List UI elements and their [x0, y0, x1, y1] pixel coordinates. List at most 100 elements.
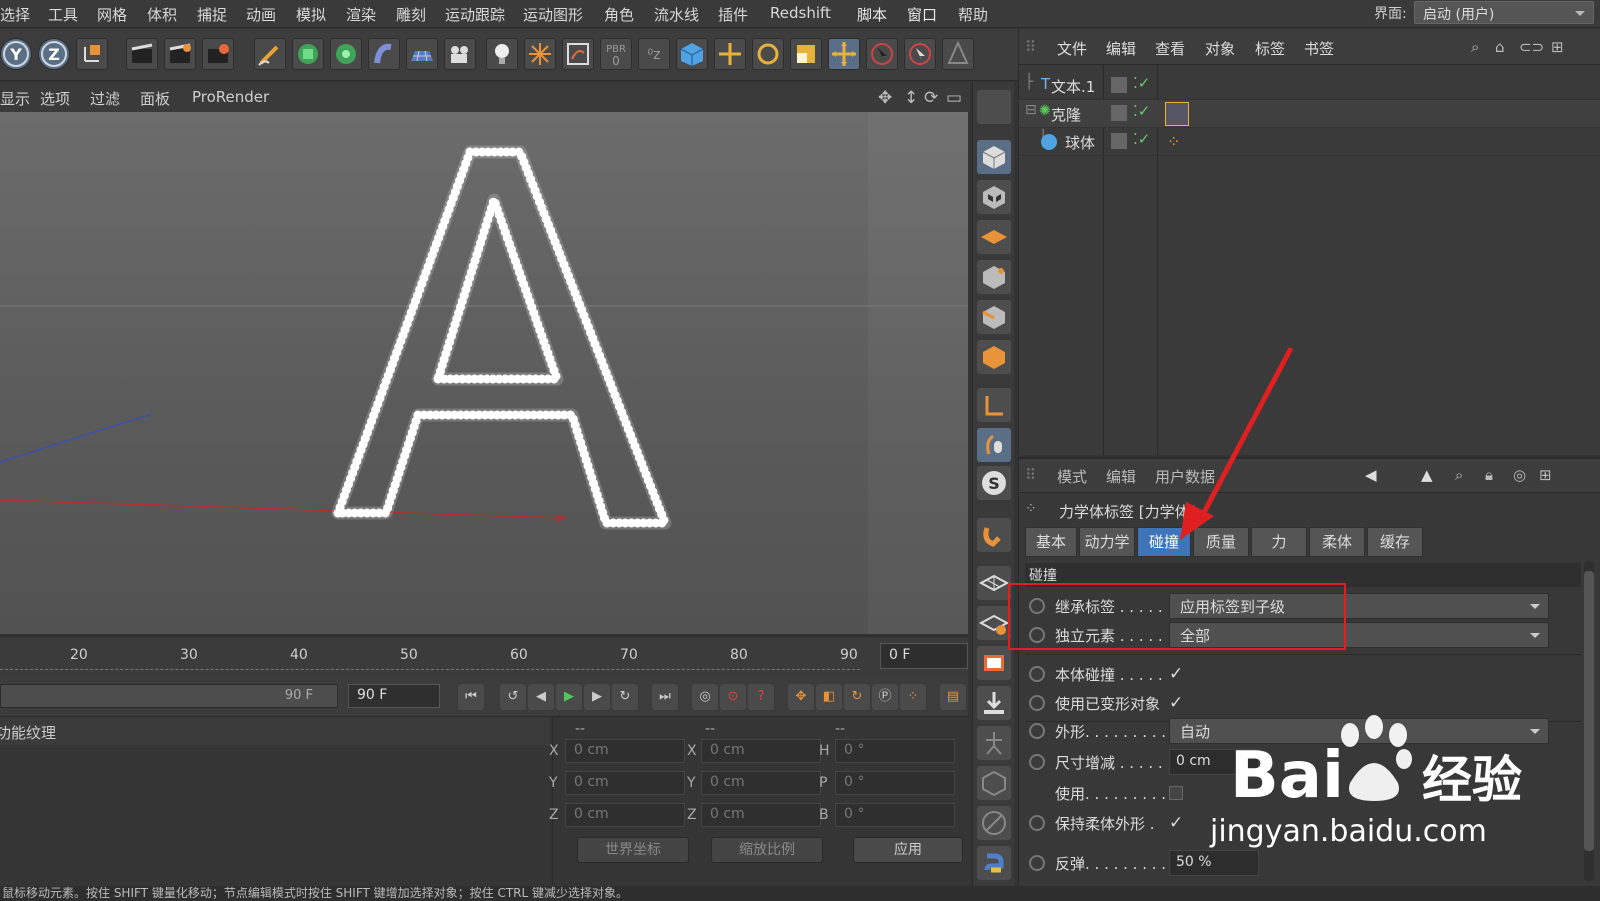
tab-basic[interactable]: 基本 — [1025, 527, 1077, 557]
visibility-check-icon[interactable]: ⁚✓ — [1133, 74, 1150, 92]
select-rect-icon[interactable] — [904, 38, 936, 70]
layer-icon[interactable] — [1111, 133, 1127, 149]
max-frame-field[interactable]: 90 F — [348, 684, 440, 708]
animate-radio[interactable] — [1029, 723, 1045, 739]
viewport-rotate-icon[interactable]: ⟳ — [924, 88, 938, 108]
viewport-menu-filter[interactable]: 过滤 — [90, 88, 120, 109]
render-settings-icon[interactable] — [202, 38, 234, 70]
tab-force[interactable]: 力 — [1251, 527, 1307, 557]
new-panel-icon[interactable]: ⊞ — [1539, 466, 1552, 484]
next-frame-icon[interactable]: ▶ — [584, 684, 610, 710]
go-to-end-icon[interactable]: ⏭ — [652, 684, 678, 710]
xref-icon[interactable]: ⁰z — [638, 38, 670, 70]
make-editable-icon[interactable] — [977, 90, 1011, 124]
workplane-icon[interactable] — [977, 220, 1011, 254]
cube-wire-icon[interactable] — [977, 766, 1011, 800]
key-rotation-icon[interactable]: ↻ — [844, 684, 870, 710]
tab-dynamics[interactable]: 动力学 — [1079, 527, 1135, 557]
drop-to-floor-icon[interactable] — [977, 686, 1011, 720]
previous-frame-icon[interactable]: ◀ — [528, 684, 554, 710]
animate-radio[interactable] — [1029, 666, 1045, 682]
light-icon[interactable] — [486, 38, 518, 70]
current-frame-field[interactable]: 0 F — [880, 643, 968, 669]
auto-key-icon[interactable]: ⊙ — [720, 684, 746, 710]
spline-icon[interactable] — [562, 38, 594, 70]
visibility-check-icon[interactable]: ⁚✓ — [1133, 102, 1150, 120]
drag-handle-icon[interactable]: ⠿ — [1025, 466, 1036, 484]
tab-collision[interactable]: 碰撞 — [1137, 527, 1191, 557]
use-checkbox[interactable] — [1169, 786, 1183, 800]
tab-cache[interactable]: 缓存 — [1367, 527, 1423, 557]
tab-mass[interactable]: 质量 — [1193, 527, 1249, 557]
animate-radio[interactable] — [1029, 754, 1045, 770]
solo-icon[interactable]: S — [977, 466, 1011, 500]
search-icon[interactable]: ⌕ — [1455, 466, 1463, 484]
tweak-mode-icon[interactable] — [977, 428, 1011, 462]
world-coordinates-dropdown[interactable]: 世界坐标 — [577, 837, 689, 863]
om-menu-tags[interactable]: 标签 — [1255, 38, 1285, 59]
key-parameter-icon[interactable]: Ⓟ — [872, 684, 898, 710]
menu-snap[interactable]: 捕捉 — [197, 4, 227, 25]
viewport-move-icon[interactable]: ✥ — [878, 88, 892, 108]
viewport-menu-prorender[interactable]: ProRender — [192, 88, 269, 106]
layer-icon[interactable] — [1111, 105, 1127, 121]
object-row-text[interactable]: ├ T 文本.1 ⁚✓ — [1019, 72, 1600, 100]
position-x-field[interactable]: 0 cm — [565, 739, 685, 763]
grid-lock-icon[interactable] — [977, 566, 1011, 600]
menu-character[interactable]: 角色 — [604, 4, 634, 25]
cube-select-icon[interactable] — [676, 38, 708, 70]
move-icon[interactable] — [714, 38, 746, 70]
object-row-cloner[interactable]: ⊟ ✺ 克隆 ⁚✓ — [1019, 100, 1600, 128]
viewport-maximize-icon[interactable]: ▭ — [946, 88, 962, 108]
target-icon[interactable]: ◎ — [1513, 466, 1526, 484]
timeline-ruler[interactable]: 20 30 40 50 60 70 80 90 0 F — [0, 636, 968, 678]
viewport-menu-options[interactable]: 选项 — [40, 88, 70, 109]
snap-icon[interactable] — [977, 518, 1011, 552]
menu-plugins[interactable]: 插件 — [718, 4, 748, 25]
material-menu-function[interactable]: 功能 — [0, 722, 26, 743]
menu-help[interactable]: 帮助 — [958, 4, 988, 25]
texture-mode-icon[interactable] — [977, 180, 1011, 214]
back-arrow-icon[interactable]: ◀ — [1365, 466, 1377, 484]
model-mode-icon[interactable] — [977, 140, 1011, 174]
animate-radio[interactable] — [1029, 855, 1045, 871]
scale-icon[interactable] — [790, 38, 822, 70]
am-menu-userdata[interactable]: 用户数据 — [1155, 466, 1215, 487]
lock-icon[interactable]: 🔒︎ — [1485, 466, 1493, 484]
om-menu-view[interactable]: 查看 — [1155, 38, 1185, 59]
camera-icon[interactable] — [444, 38, 476, 70]
animate-radio[interactable] — [1029, 815, 1045, 831]
live-select-icon[interactable] — [828, 38, 860, 70]
key-scale-icon[interactable]: ◧ — [816, 684, 842, 710]
menu-animate[interactable]: 动画 — [246, 4, 276, 25]
character-icon[interactable] — [977, 726, 1011, 760]
menu-motion-tracker[interactable]: 运动跟踪 — [445, 4, 505, 25]
material-tag-icon[interactable]: ⁘ — [1167, 132, 1180, 151]
drag-handle-icon[interactable]: ⠿ — [1025, 38, 1036, 56]
new-panel-icon[interactable]: ⊞ — [1551, 38, 1564, 56]
symmetry-icon[interactable] — [942, 38, 974, 70]
up-arrow-icon[interactable]: ▲ — [1421, 466, 1433, 484]
om-menu-bookmarks[interactable]: 书签 — [1304, 38, 1334, 59]
python-icon[interactable] — [977, 846, 1011, 880]
keep-soft-body-shape-checkbox[interactable]: ✓ — [1169, 813, 1189, 833]
self-collisions-checkbox[interactable]: ✓ — [1169, 664, 1189, 684]
menu-render[interactable]: 渲染 — [346, 4, 376, 25]
menu-window[interactable]: 窗口 — [907, 4, 937, 25]
play-icon[interactable]: ▶ — [556, 684, 582, 710]
home-icon[interactable]: ⌂ — [1495, 38, 1505, 56]
cloned-sphere-letter-a[interactable] — [331, 145, 672, 530]
dynamics-tag-icon[interactable] — [1165, 102, 1189, 126]
am-menu-mode[interactable]: 模式 — [1057, 466, 1087, 487]
rotate-icon[interactable] — [752, 38, 784, 70]
record-keys-icon[interactable]: ◎ — [692, 684, 718, 710]
key-position-icon[interactable]: ✥ — [788, 684, 814, 710]
size-y-field[interactable]: 0 cm — [701, 771, 821, 795]
deformer-icon[interactable] — [368, 38, 400, 70]
om-menu-file[interactable]: 文件 — [1057, 38, 1087, 59]
menu-redshift[interactable]: Redshift — [770, 4, 831, 22]
z-axis-icon[interactable]: Z — [38, 38, 70, 70]
rotation-b-field[interactable]: 0 ° — [835, 803, 955, 827]
key-pla-icon[interactable]: ⁘ — [900, 684, 926, 710]
visibility-check-icon[interactable]: ⁚✓ — [1133, 130, 1150, 148]
